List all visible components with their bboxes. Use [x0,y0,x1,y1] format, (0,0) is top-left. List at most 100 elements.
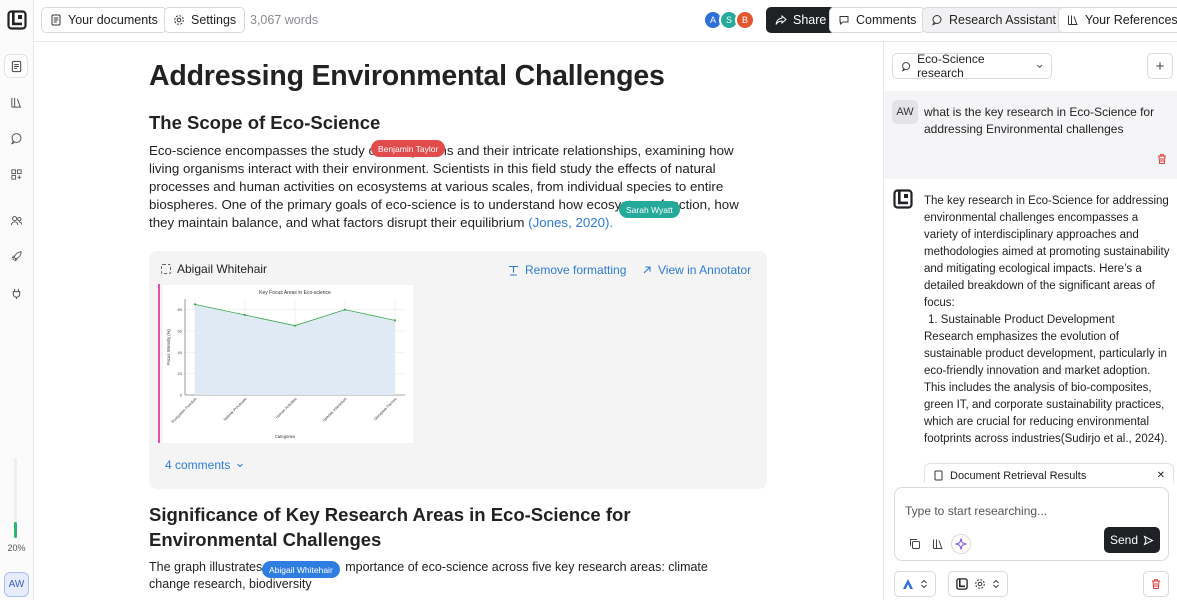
embedded-chart-block[interactable]: Abigail Whitehair Remove formatting View… [149,251,767,489]
y-tick-label: 20 [178,371,183,376]
data-point [293,324,297,327]
share-label: Share [793,13,827,27]
assistant-settings-select[interactable] [948,571,1008,597]
model-logo-icon [903,579,913,589]
collapse-icon[interactable]: ✕ [1157,470,1165,483]
trash-icon[interactable] [1156,153,1168,165]
x-tick-label: Disruptive Factors [373,397,398,422]
remove-formatting-link[interactable]: Remove formatting [508,263,626,277]
rail-chat[interactable] [4,126,28,150]
document-title[interactable]: Addressing Environmental Challenges [149,60,665,93]
section-heading[interactable]: Significance of Key Research Areas in Ec… [149,502,759,552]
data-point [393,319,397,322]
chat-icon [931,15,942,26]
research-input-box: Send [894,487,1169,561]
chat-icon [10,132,21,145]
document-editor[interactable]: Addressing Environmental Challenges The … [149,42,769,600]
rail-users[interactable] [4,208,28,232]
collaborator-cursor-tag: Sarah Wyatt [619,201,680,218]
data-point [343,308,347,311]
settings-button[interactable]: Settings [164,7,246,33]
x-tick-label: Ecosystem Function [171,397,198,424]
y-tick-label: 40 [178,350,183,355]
collaborator-cursor-tag: Benjamin Taylor [371,140,446,157]
grid-icon [10,168,22,180]
paragraph-text[interactable]: The graph illustrates t [149,560,269,574]
embed-author-name: Abigail Whitehair [177,262,268,276]
research-assistant-panel: Eco-Science research + AW what is the ke… [883,42,1177,600]
research-input[interactable] [905,504,1105,518]
comments-toggle[interactable]: 4 comments [165,458,244,472]
y-axis-label: Focus Intensity (%) [166,328,171,364]
app-logo-icon[interactable] [7,10,27,30]
rail-documents[interactable] [4,54,28,78]
y-tick-label: 0 [180,393,183,398]
your-references-label: Your References [1085,13,1177,27]
trash-icon [1152,579,1160,589]
dashed-square-icon [161,264,171,274]
chart-image: Key Focus Areas in Eco-science 0 20 40 60 80 E… [163,285,413,443]
sparkle-icon[interactable] [951,534,971,554]
comment-icon [839,16,849,26]
library-icon[interactable] [930,536,946,552]
research-assistant-button[interactable]: Research Assistant [922,7,1065,33]
copy-icon[interactable] [907,536,923,552]
share-button[interactable]: Share [766,7,836,33]
send-label: Send [1109,533,1139,547]
data-point [193,303,197,306]
send-button[interactable]: Send [1104,527,1160,553]
collaborator-avatar[interactable]: B [735,10,755,30]
chevron-up-down-icon [993,579,999,589]
paragraph[interactable]: Eco-science encompasses the study of eco… [149,142,759,232]
top-toolbar: Your documents Settings 3,067 words A S … [34,0,1177,42]
assistant-logo-icon [893,189,913,209]
send-icon [1143,534,1154,546]
x-tick-label: Human Activities [275,397,298,420]
your-documents-button[interactable]: Your documents [41,7,167,33]
user-avatar[interactable]: AW [4,572,29,597]
rail-grid[interactable] [4,162,28,186]
view-in-annotator-link[interactable]: View in Annotator [642,263,751,277]
chat-icon [901,61,911,72]
research-assistant-label: Research Assistant [949,13,1056,27]
rail-plugin[interactable] [4,281,28,305]
rail-library[interactable] [4,90,28,114]
app-logo-icon [956,578,968,590]
y-tick-label: 60 [178,329,183,334]
section-heading[interactable]: The Scope of Eco-Science [149,112,380,134]
y-tick-label: 80 [178,307,183,312]
your-references-button[interactable]: Your References [1058,7,1177,33]
chart-title: Key Focus Areas in Eco-science [259,290,331,296]
x-tick-label: Natural Processes [223,397,248,422]
comments-count-label: 4 comments [165,458,231,472]
share-icon [775,14,787,25]
comments-button[interactable]: Comments [829,7,926,33]
x-axis-label: Categories [275,434,295,439]
chevron-down-icon [237,463,244,468]
clear-format-icon [509,265,518,276]
answer-list-item: 1. Sustainable Product Development [928,314,1115,326]
document-icon [934,470,943,481]
model-select[interactable] [894,571,936,597]
document-icon [11,60,21,72]
chevron-up-down-icon [921,579,927,589]
data-point [243,313,247,317]
paragraph[interactable]: The graph illustrates t mportance of eco-… [149,559,749,592]
comments-label: Comments [856,13,917,27]
word-goal-progress-fill [14,522,17,538]
session-select-value: Eco-Science research [917,52,985,80]
your-documents-label: Your documents [68,13,158,27]
word-goal-progress-label: 20% [7,543,26,553]
answer-body: Research emphasizes the evolution of sus… [924,331,1168,445]
rail-rocket[interactable] [4,244,28,268]
clear-chat-button[interactable] [1143,571,1169,597]
plus-icon: + [1155,57,1165,75]
chevron-down-icon [1036,64,1042,69]
citation-link[interactable]: (Jones, 2020). [528,215,613,230]
new-chat-button[interactable]: + [1147,53,1173,79]
library-icon [1068,15,1078,25]
gear-icon [174,15,184,25]
remove-formatting-label: Remove formatting [525,263,627,277]
document-retrieval-results[interactable]: Document Retrieval Results ✕ [924,463,1174,483]
session-select[interactable]: Eco-Science research [892,52,1052,80]
